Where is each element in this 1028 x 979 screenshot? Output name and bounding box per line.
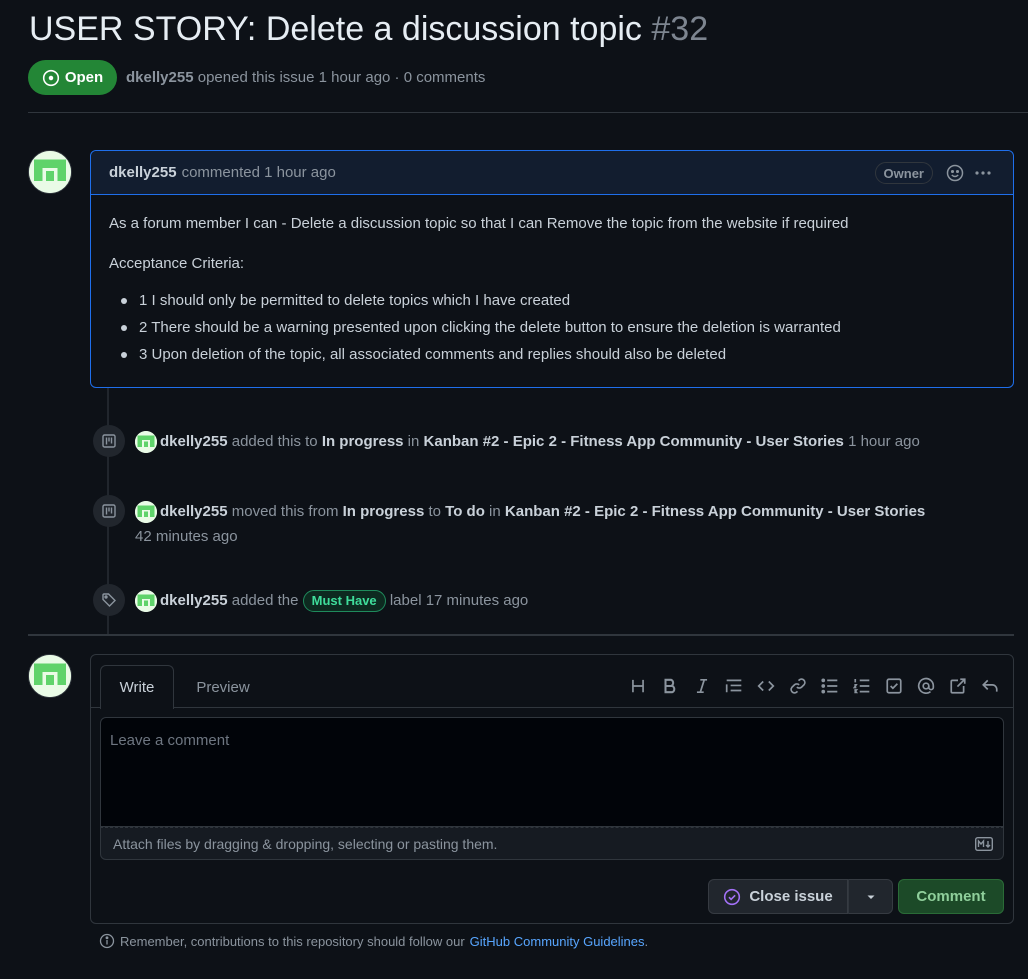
project-link[interactable]: Kanban #2 - Epic 2 - Fitness App Communi… — [424, 433, 844, 450]
status-badge: Open — [28, 60, 117, 95]
timeline-text: dkelly255 added this to In progress in K… — [135, 429, 935, 454]
issue-number: #32 — [651, 10, 709, 48]
attach-files-bar[interactable]: Attach files by dragging & dropping, sel… — [100, 827, 1004, 860]
code-icon[interactable] — [755, 675, 777, 697]
attach-files-text: Attach files by dragging & dropping, sel… — [113, 836, 498, 852]
guidelines-text: Remember, contributions to this reposito… — [120, 933, 465, 949]
markdown-icon — [975, 837, 993, 851]
avatar[interactable] — [135, 590, 157, 613]
issue-closed-icon — [724, 888, 741, 905]
bullet-list-icon[interactable] — [819, 675, 841, 697]
actor-link[interactable]: dkelly255 — [160, 503, 228, 520]
comment-header: dkelly255 commented 1 hour ago Owner — [91, 151, 1013, 195]
avatar[interactable] — [28, 150, 72, 194]
link-icon[interactable] — [787, 675, 809, 697]
comment-timestamp[interactable]: commented 1 hour ago — [182, 164, 336, 181]
column-name: In progress — [321, 433, 404, 450]
column-name: To do — [445, 503, 485, 520]
tab-write[interactable]: Write — [100, 665, 174, 709]
issue-title-text: USER STORY: Delete a discussion topic — [29, 10, 642, 48]
issue-page: USER STORY: Delete a discussion topic #3… — [0, 0, 1028, 979]
tab-preview[interactable]: Preview — [186, 665, 260, 709]
identicon-icon — [29, 655, 71, 697]
event-time[interactable]: 42 minutes ago — [135, 528, 238, 545]
event-text: moved this from — [231, 503, 339, 520]
actor-link[interactable]: dkelly255 — [160, 433, 228, 450]
close-issue-button[interactable]: Close issue — [708, 879, 848, 914]
comment-author-link[interactable]: dkelly255 — [109, 164, 177, 181]
project-icon — [93, 495, 125, 527]
list-item: 3 Upon deletion of the topic, all associ… — [121, 341, 995, 368]
italic-icon[interactable] — [691, 675, 713, 697]
guidelines-period: . — [644, 933, 649, 949]
info-icon — [99, 933, 115, 949]
comment-body: As a forum member I can - Delete a discu… — [91, 195, 1013, 388]
event-text: to — [428, 503, 441, 520]
chevron-down-icon — [867, 895, 874, 899]
identicon-icon — [29, 151, 71, 193]
add-reaction-icon[interactable] — [945, 163, 965, 183]
status-label: Open — [64, 69, 104, 86]
event-time[interactable]: 1 hour ago — [848, 433, 920, 450]
event-text: added the — [231, 592, 299, 609]
criteria-heading: Acceptance Criteria: — [109, 255, 245, 272]
event-text: label 17 minutes ago — [389, 592, 529, 609]
criteria-list: 1 I should only be permitted to delete t… — [109, 287, 995, 368]
close-issue-label: Close issue — [749, 888, 833, 905]
event-text: in — [407, 433, 420, 450]
timeline-text: dkelly255 added the Must Have label 17 m… — [135, 588, 935, 613]
event-text: added this to — [231, 433, 318, 450]
project-icon — [93, 425, 125, 457]
owner-badge: Owner — [874, 162, 933, 184]
numbered-list-icon[interactable] — [851, 675, 873, 697]
avatar[interactable] — [135, 431, 157, 454]
quote-icon[interactable] — [723, 675, 745, 697]
close-options-dropdown[interactable] — [848, 879, 893, 914]
reply-icon[interactable] — [979, 675, 1001, 697]
timeline-divider — [28, 634, 1014, 636]
list-item: 1 I should only be permitted to delete t… — [121, 287, 995, 314]
markdown-toolbar — [627, 675, 1001, 697]
tasklist-icon[interactable] — [883, 675, 905, 697]
avatar[interactable] — [28, 654, 72, 698]
project-link[interactable]: Kanban #2 - Epic 2 - Fitness App Communi… — [505, 503, 925, 520]
bold-icon[interactable] — [659, 675, 681, 697]
actor-link[interactable]: dkelly255 — [160, 592, 228, 609]
issue-meta-text: opened this issue 1 hour ago · 0 comment… — [197, 69, 486, 86]
issue-comment: dkelly255 commented 1 hour ago Owner As … — [90, 150, 1014, 388]
tag-icon — [93, 584, 125, 616]
editor-tabs: Write Preview — [91, 655, 1013, 709]
label-badge[interactable]: Must Have — [302, 590, 386, 613]
issue-open-icon — [42, 69, 59, 86]
comment-editor: Write Preview Leave a comment Attach fil… — [90, 654, 1014, 924]
mention-icon[interactable] — [915, 675, 937, 697]
heading-icon[interactable] — [627, 675, 649, 697]
kebab-menu-icon[interactable] — [973, 163, 993, 183]
timeline-text: dkelly255 moved this from In progress to… — [135, 499, 935, 549]
issue-title: USER STORY: Delete a discussion topic #3… — [29, 10, 708, 49]
comment-button[interactable]: Comment — [898, 879, 1004, 914]
avatar[interactable] — [135, 501, 157, 524]
reference-icon[interactable] — [947, 675, 969, 697]
comment-textarea[interactable] — [100, 717, 1004, 827]
comment-paragraph: As a forum member I can - Delete a discu… — [109, 215, 849, 232]
issue-author-link[interactable]: dkelly255 — [126, 69, 194, 86]
column-name: In progress — [342, 503, 425, 520]
guidelines-link[interactable]: GitHub Community Guidelines — [470, 934, 645, 949]
event-text: in — [489, 503, 501, 520]
list-item: 2 There should be a warning presented up… — [121, 314, 995, 341]
guidelines-note: Remember, contributions to this reposito… — [99, 933, 648, 949]
header-divider — [28, 112, 1028, 113]
issue-meta: dkelly255 opened this issue 1 hour ago ·… — [126, 69, 485, 86]
